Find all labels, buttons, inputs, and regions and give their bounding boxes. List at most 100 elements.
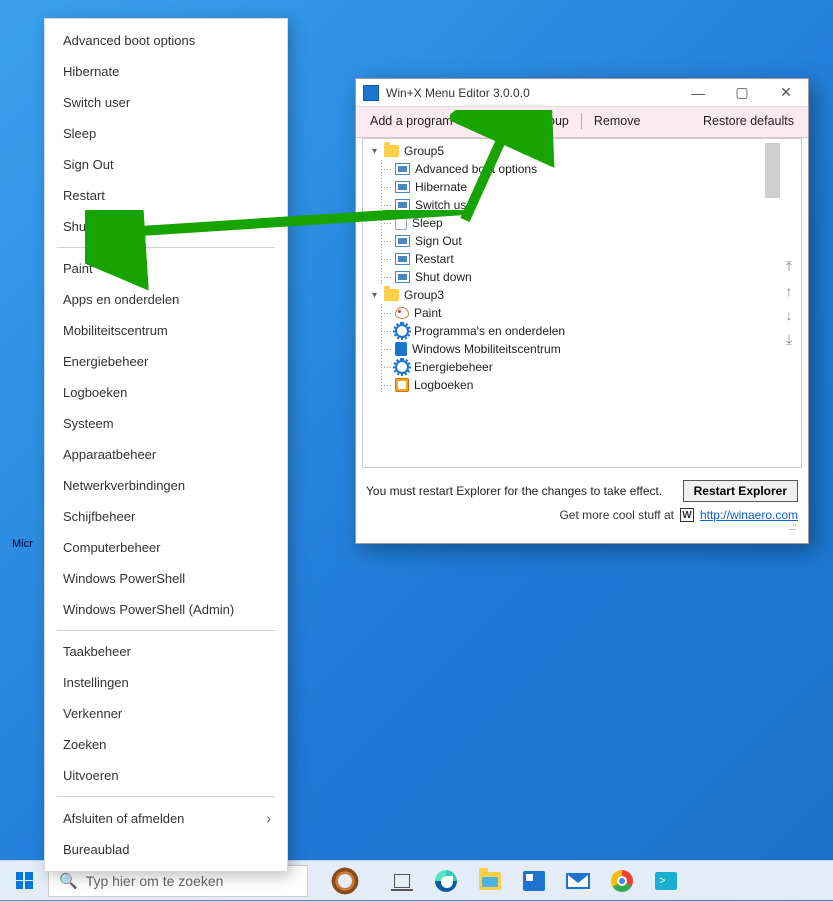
search-placeholder: Typ hier om te zoeken — [86, 873, 224, 889]
winx-item[interactable]: Zoeken — [45, 729, 287, 760]
winx-item-label: Zoeken — [63, 737, 106, 752]
task-view-button[interactable] — [382, 861, 422, 901]
winx-item[interactable]: Instellingen — [45, 667, 287, 698]
menu-separator — [57, 247, 275, 248]
mail-icon — [566, 873, 590, 889]
resize-grip[interactable]: ..:: — [366, 522, 798, 533]
minimize-button[interactable]: — — [676, 79, 720, 107]
window-title: Win+X Menu Editor 3.0.0.0 — [386, 86, 676, 100]
tree-item-label: Group5 — [404, 144, 444, 158]
windows-logo-icon — [16, 872, 33, 889]
cortana-icon[interactable] — [328, 864, 362, 898]
tree-item[interactable]: Paint — [363, 304, 781, 322]
tree-item[interactable]: Shut down — [363, 268, 781, 286]
winx-item[interactable]: Schijfbeheer — [45, 501, 287, 532]
close-button[interactable]: ✕ — [764, 79, 808, 107]
menu-separator — [57, 796, 275, 797]
winx-item[interactable]: Sign Out — [45, 149, 287, 180]
winx-item[interactable]: Sleep — [45, 118, 287, 149]
winx-item[interactable]: Mobiliteitscentrum — [45, 315, 287, 346]
titlebar[interactable]: Win+X Menu Editor 3.0.0.0 — ▢ ✕ — [356, 79, 808, 107]
winx-item[interactable]: Windows PowerShell — [45, 563, 287, 594]
tree-item[interactable]: Sign Out — [363, 232, 781, 250]
tree-group[interactable]: ▾Group5 — [363, 142, 781, 160]
tree-item-label: Shut down — [415, 270, 472, 284]
tree-item[interactable]: Advanced boot options — [363, 160, 781, 178]
tree-item-label: Programma's en onderdelen — [414, 324, 565, 338]
tree-item-label: Energiebeheer — [414, 360, 493, 374]
edge-button[interactable] — [426, 861, 466, 901]
folder-icon — [479, 872, 501, 890]
remove-button[interactable]: Remove — [588, 111, 647, 131]
create-group-button[interactable]: Create a group — [480, 111, 575, 131]
win-icon — [395, 253, 410, 265]
chrome-button[interactable] — [602, 861, 642, 901]
winx-item-label: Energiebeheer — [63, 354, 148, 369]
winx-menu: Advanced boot optionsHibernate Switch use… — [44, 18, 288, 872]
winx-item[interactable]: Uitvoeren — [45, 760, 287, 791]
task-view-icon — [394, 874, 410, 888]
winx-item[interactable]: Afsluiten of afmelden› — [45, 802, 287, 834]
winx-item[interactable]: Apps en onderdelen — [45, 284, 287, 315]
tree-item[interactable]: Switch user — [363, 196, 781, 214]
maximize-button[interactable]: ▢ — [720, 79, 764, 107]
winx-item[interactable]: Advanced boot options — [45, 25, 287, 56]
explorer-button[interactable] — [470, 861, 510, 901]
winx-item[interactable]: Hibernate — [45, 56, 287, 87]
winx-item[interactable]: Windows PowerShell (Admin) — [45, 594, 287, 625]
winx-item[interactable]: Verkenner — [45, 698, 287, 729]
move-bottom-button[interactable]: ⤓ — [786, 331, 792, 348]
tree-item[interactable]: Energiebeheer — [363, 358, 781, 376]
winx-item[interactable]: Switch user — [45, 87, 287, 118]
winx-item-label: Systeem — [63, 416, 114, 431]
winx-item-label: Netwerkverbindingen — [63, 478, 185, 493]
winx-item-label: Shut down — [63, 219, 124, 234]
folder-icon — [384, 145, 399, 157]
start-button[interactable] — [0, 861, 48, 901]
winx-item-label: Switch user — [63, 95, 130, 110]
winx-item[interactable]: Netwerkverbindingen — [45, 470, 287, 501]
winx-item-label: Schijfbeheer — [63, 509, 135, 524]
tree-item-label: Sleep — [412, 216, 443, 230]
scrollbar-thumb[interactable] — [765, 143, 780, 198]
store-button[interactable] — [514, 861, 554, 901]
tree-item-label: Sign Out — [415, 234, 462, 248]
winx-item[interactable]: Systeem — [45, 408, 287, 439]
winx-item[interactable]: Computerbeheer — [45, 532, 287, 563]
move-up-button[interactable]: ↑ — [786, 283, 793, 299]
tree-item-label: Advanced boot options — [415, 162, 537, 176]
move-top-button[interactable]: ⤒ — [786, 258, 792, 275]
tree-item[interactable]: Windows Mobiliteitscentrum — [363, 340, 781, 358]
winx-item-label: Afsluiten of afmelden — [63, 811, 184, 826]
winx-item[interactable]: Shut down — [45, 211, 287, 242]
tree-item[interactable]: Programma's en onderdelen — [363, 322, 781, 340]
tree-item[interactable]: Logboeken — [363, 376, 781, 394]
tree-item[interactable]: Hibernate — [363, 178, 781, 196]
tree-group[interactable]: ▾Group3 — [363, 286, 781, 304]
winx-item-label: Mobiliteitscentrum — [63, 323, 168, 338]
move-down-button[interactable]: ↓ — [786, 307, 793, 323]
winx-item[interactable]: Bureaublad — [45, 834, 287, 865]
winx-item-label: Windows PowerShell — [63, 571, 185, 586]
menu-separator — [57, 630, 275, 631]
winx-item[interactable]: Paint — [45, 253, 287, 284]
winx-item[interactable]: Energiebeheer — [45, 346, 287, 377]
restart-explorer-button[interactable]: Restart Explorer — [683, 480, 798, 502]
tree-item[interactable]: Restart — [363, 250, 781, 268]
add-program-button[interactable]: Add a program — [364, 111, 467, 131]
winx-item[interactable]: Taakbeheer — [45, 636, 287, 667]
tree-item[interactable]: Sleep — [363, 214, 781, 232]
mail-button[interactable] — [558, 861, 598, 901]
restore-defaults-button[interactable]: Restore defaults — [697, 111, 800, 131]
paint-icon — [395, 307, 409, 319]
winx-item[interactable]: Logboeken — [45, 377, 287, 408]
tree-view[interactable]: ▾Group5 Advanced boot options HibernateSwi… — [362, 138, 802, 468]
terminal-button[interactable] — [646, 861, 686, 901]
desktop-icon-label: Micr — [12, 538, 33, 550]
winx-item-label: Bureaublad — [63, 842, 130, 857]
winx-item[interactable]: Restart — [45, 180, 287, 211]
winx-item[interactable]: Apparaatbeheer — [45, 439, 287, 470]
winx-item-label: Restart — [63, 188, 105, 203]
footer-link[interactable]: http://winaero.com — [700, 508, 798, 522]
winx-item-label: Instellingen — [63, 675, 129, 690]
